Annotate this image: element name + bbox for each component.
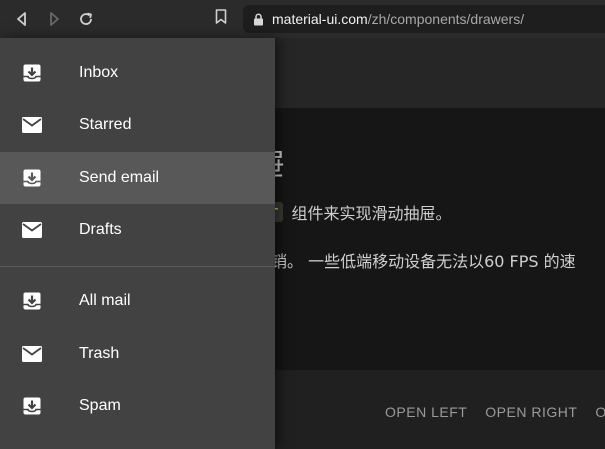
drawer-item-label: Spam: [79, 397, 121, 414]
drawer-item-send-email[interactable]: Send email: [0, 152, 275, 204]
open-right-button[interactable]: OPEN RIGHT: [476, 404, 586, 420]
forward-arrow-icon: [47, 12, 61, 26]
url-host: material-ui.com: [272, 11, 368, 27]
open-top-button[interactable]: O: [586, 404, 605, 420]
bookmark-icon: [215, 9, 227, 29]
reload-button[interactable]: [70, 0, 102, 38]
swipeable-drawer: Inbox Starred Send email Drafts All mail…: [0, 38, 275, 449]
drawer-item-label: Drafts: [79, 221, 122, 238]
intro-text: r 组件来实现滑动抽屉。: [265, 200, 451, 224]
drawer-item-trash[interactable]: Trash: [0, 328, 275, 380]
drawer-item-label: Starred: [79, 116, 132, 133]
drawer-item-label: All mail: [79, 292, 131, 309]
drawer-divider: [0, 266, 275, 267]
lock-icon: [253, 13, 264, 26]
drawer-item-label: Trash: [79, 345, 120, 362]
drawer-item-label: Send email: [79, 169, 160, 186]
inbox-icon: [20, 166, 44, 190]
mail-icon: [20, 342, 44, 366]
forward-button[interactable]: [38, 0, 70, 38]
inbox-icon: [20, 394, 44, 418]
drawer-item-all-mail[interactable]: All mail: [0, 275, 275, 327]
back-arrow-icon: [15, 12, 29, 26]
intro-text-rest: 组件来实现滑动抽屉。: [291, 204, 452, 223]
inbox-icon: [20, 289, 44, 313]
open-left-button[interactable]: OPEN LEFT: [376, 404, 476, 420]
drawer-item-spam[interactable]: Spam: [0, 380, 275, 432]
url-path: /zh/components/drawers/: [367, 11, 525, 27]
reload-icon: [78, 11, 94, 27]
mail-icon: [20, 218, 44, 242]
address-bar[interactable]: material-ui.com/zh/components/drawers/: [243, 5, 605, 33]
browser-toolbar: material-ui.com/zh/components/drawers/: [0, 0, 605, 38]
perf-note-text: 开销。 一些低端移动设备无法以60 FPS 的速: [255, 252, 576, 271]
drawer-item-label: Inbox: [79, 64, 119, 81]
back-button[interactable]: [6, 0, 38, 38]
bookmark-button[interactable]: [210, 0, 232, 38]
drawer-item-drafts[interactable]: Drafts: [0, 204, 275, 256]
drawer-item-starred[interactable]: Starred: [0, 99, 275, 151]
inbox-icon: [20, 61, 44, 85]
drawer-item-inbox[interactable]: Inbox: [0, 47, 275, 99]
mail-icon: [20, 113, 44, 137]
demo-button-group: OPEN LEFT OPEN RIGHT O: [376, 404, 605, 420]
